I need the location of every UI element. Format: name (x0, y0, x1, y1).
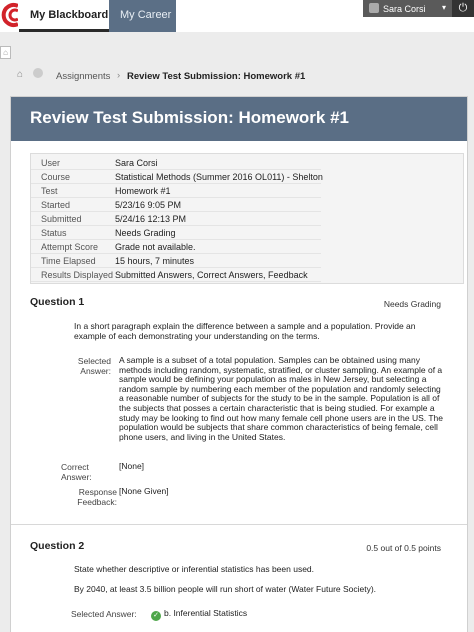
question-1-status: Needs Grading (383, 299, 441, 309)
chevron-down-icon[interactable] (33, 68, 43, 78)
question-2-statement: By 2040, at least 3.5 billion people wil… (74, 584, 377, 594)
selected-answer-label: Selected Answer: (77, 356, 111, 376)
logout-button[interactable]: ⏻ (452, 0, 474, 17)
chevron-down-icon: ▾ (441, 3, 446, 12)
question-2-prompt: State whether descriptive or inferential… (74, 564, 315, 574)
info-value: Grade not available. (115, 242, 196, 252)
question-2-title: Question 2 (30, 540, 85, 552)
question-1-selected-answer: A sample is a subset of a total populati… (119, 355, 443, 442)
info-value: Statistical Methods (Summer 2016 OL011) … (115, 172, 323, 182)
content-panel: Review Test Submission: Homework #1 User… (10, 96, 468, 632)
question-1-feedback: [None Given] (119, 486, 169, 496)
breadcrumb-separator: › (117, 70, 121, 81)
info-value: 15 hours, 7 minutes (115, 256, 195, 266)
question-2-points: 0.5 out of 0.5 points (366, 543, 441, 553)
info-value: Homework #1 (115, 186, 171, 196)
page-title: Review Test Submission: Homework #1 (30, 108, 349, 127)
info-value: Submitted Answers, Correct Answers, Feed… (115, 270, 308, 280)
info-row: Attempt Score Grade not available. (31, 241, 321, 254)
page-header: Review Test Submission: Homework #1 (11, 97, 467, 141)
info-row: User Sara Corsi (31, 157, 321, 170)
info-label: Course (41, 172, 71, 182)
question-1-prompt: In a short paragraph explain the differe… (74, 321, 416, 341)
breadcrumb-current: Review Test Submission: Homework #1 (127, 71, 306, 82)
info-label: Started (41, 200, 71, 210)
home-icon[interactable]: ⌂ (17, 69, 23, 80)
check-icon: ✓ (151, 611, 161, 621)
info-value: 5/24/16 12:13 PM (115, 214, 187, 224)
info-label: Test (41, 186, 58, 196)
correct-answer-label: Correct Answer: (61, 462, 92, 482)
info-label: Submitted (41, 214, 82, 224)
user-menu[interactable]: Sara Corsi ▾ (363, 0, 452, 17)
info-value: Needs Grading (115, 228, 176, 238)
info-label: Attempt Score (41, 242, 99, 252)
power-icon: ⏻ (458, 2, 468, 14)
breadcrumb: ⌂ Assignments › Review Test Submission: … (12, 66, 468, 88)
pin-icon[interactable]: ⌂ (0, 46, 11, 59)
info-row: Submitted 5/24/16 12:13 PM (31, 213, 321, 226)
info-label: Time Elapsed (41, 256, 96, 266)
submission-details: User Sara Corsi Course Statistical Methods… (30, 153, 464, 284)
question-1-correct-answer: [None] (119, 461, 145, 471)
info-label: Status (41, 228, 67, 238)
question-1-title: Question 1 (30, 296, 85, 308)
info-row: Course Statistical Methods (Summer 2016 O… (31, 171, 323, 184)
user-name: Sara Corsi (383, 4, 426, 14)
response-feedback-label: Response Feedback: (77, 487, 117, 507)
avatar (369, 3, 379, 13)
tab-my-career[interactable]: My Career (109, 0, 176, 32)
divider (11, 524, 467, 525)
info-row: Time Elapsed 15 hours, 7 minutes (31, 255, 321, 268)
tab-my-blackboard[interactable]: My Blackboard (19, 0, 109, 32)
info-row: Results Displayed Submitted Answers, Corr… (31, 269, 321, 282)
top-nav-bar: My Blackboard My Career Sara Corsi ▾ ⏻ (0, 0, 474, 32)
info-row: Test Homework #1 (31, 185, 321, 198)
selected-answer-label: Selected Answer: (71, 609, 137, 619)
info-value: 5/23/16 9:05 PM (115, 200, 182, 210)
info-value: Sara Corsi (115, 158, 158, 168)
breadcrumb-assignments[interactable]: Assignments (56, 71, 110, 82)
info-row: Started 5/23/16 9:05 PM (31, 199, 321, 212)
question-2-selected-answer: ✓ b. Inferential Statistics (151, 608, 351, 621)
info-label: Results Displayed (41, 270, 114, 280)
selected-answer-text: b. Inferential Statistics (164, 608, 248, 618)
info-row: Status Needs Grading (31, 227, 321, 240)
blackboard-logo[interactable] (0, 0, 18, 32)
info-label: User (41, 158, 61, 168)
